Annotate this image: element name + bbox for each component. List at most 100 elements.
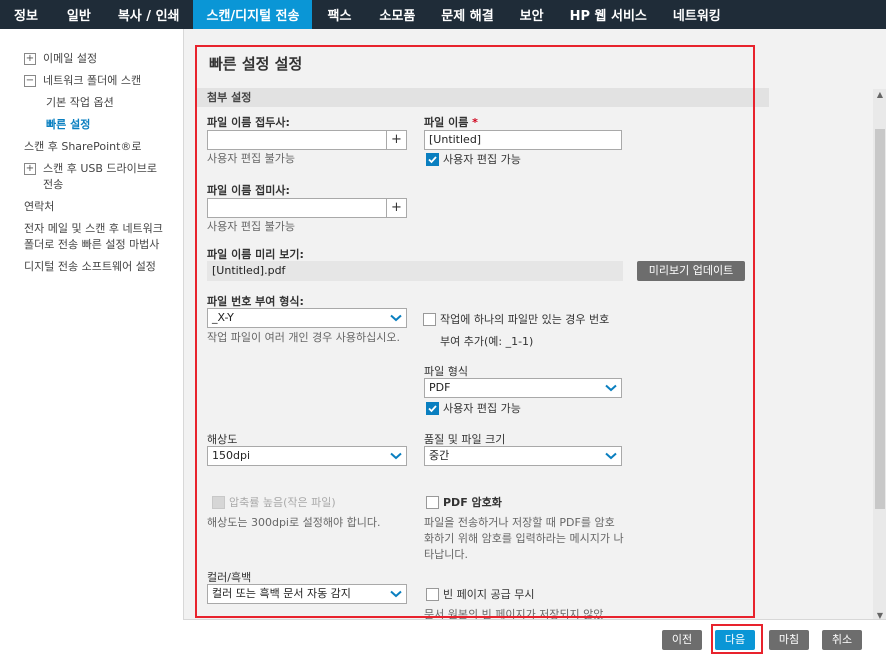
- file-type-editable-checkbox[interactable]: 사용자 편집 가능: [426, 400, 521, 416]
- chevron-down-icon[interactable]: [386, 447, 406, 465]
- vertical-scrollbar[interactable]: ▲ ▼: [873, 89, 886, 622]
- sidebar-item-quick-set-wizard[interactable]: 전자 메일 및 스캔 후 네트워크 폴더로 전송 빠른 설정 마법사: [0, 221, 183, 253]
- file-name-label-text: 파일 이름: [424, 116, 469, 129]
- top-nav: 정보 일반 복사 / 인쇄 스캔/디지털 전송 팩스 소모품 문제 해결 보안 …: [0, 0, 886, 29]
- tab-general[interactable]: 일반: [54, 0, 105, 29]
- prefix-label: 파일 이름 접두사:: [207, 116, 290, 129]
- checkbox-disabled-icon[interactable]: [212, 495, 225, 509]
- file-name-input[interactable]: [Untitled]: [424, 130, 622, 150]
- tab-troubleshooting[interactable]: 문제 해결: [428, 0, 506, 29]
- color-mode-select[interactable]: 컬러 또는 흑백 문서 자동 감지: [207, 584, 407, 604]
- add-prefix-button[interactable]: +: [386, 131, 406, 149]
- sidebar-item-label: 네트워크 폴더에 스캔: [43, 74, 142, 87]
- chevron-down-icon[interactable]: [601, 379, 621, 397]
- sidebar-item-label: 연락처: [24, 200, 55, 213]
- sidebar-item-quick-sets[interactable]: 빠른 설정: [0, 117, 183, 133]
- numbering-hint: 작업 파일이 여러 개인 경우 사용하십시오.: [207, 331, 401, 344]
- sidebar-item-label: 스캔 후 USB 드라이브로 전송: [43, 162, 158, 191]
- section-header: 첨부 설정: [196, 88, 769, 107]
- sidebar-item-scan-to-network-folder[interactable]: − 네트워크 폴더에 스캔: [0, 73, 183, 89]
- color-mode-label: 컬러/흑백: [207, 571, 252, 584]
- expand-icon[interactable]: +: [24, 163, 36, 175]
- tab-networking[interactable]: 네트워킹: [660, 0, 734, 29]
- resolution-label: 해상도: [207, 433, 238, 446]
- color-mode-value: 컬러 또는 흑백 문서 자동 감지: [212, 587, 351, 600]
- quality-value: 중간: [429, 449, 450, 462]
- finish-button[interactable]: 마침: [769, 630, 809, 650]
- update-preview-button[interactable]: 미리보기 업데이트: [637, 261, 745, 281]
- page-title: 빠른 설정 설정: [209, 55, 303, 73]
- numbering-format-label: 파일 번호 부여 형식:: [207, 295, 304, 308]
- sidebar-item-label: 이메일 설정: [43, 52, 98, 65]
- compression-hint: 해상도는 300dpi로 설정해야 합니다.: [207, 516, 381, 529]
- quality-select[interactable]: 중간: [424, 446, 622, 466]
- sidebar-item-label: 스캔 후 SharePoint®로: [24, 140, 142, 153]
- sidebar-item-label: 전자 메일 및 스캔 후 네트워크 폴더로 전송 빠른 설정 마법사: [24, 222, 163, 251]
- next-highlight-frame: [711, 624, 763, 654]
- numbering-format-value: _X-Y: [212, 311, 234, 324]
- sidebar: + 이메일 설정 − 네트워크 폴더에 스캔 기본 작업 옵션 빠른 설정 스캔…: [0, 29, 183, 657]
- tab-copy-print[interactable]: 복사 / 인쇄: [105, 0, 194, 29]
- file-name-label: 파일 이름 *: [424, 114, 478, 130]
- quality-label: 품질 및 파일 크기: [424, 433, 506, 446]
- suffix-hint: 사용자 편집 불가능: [207, 220, 295, 233]
- required-marker: *: [472, 116, 478, 129]
- chevron-down-icon[interactable]: [386, 585, 406, 603]
- high-compression-checkbox[interactable]: 압축률 높음(작은 파일): [212, 494, 336, 510]
- file-type-value: PDF: [429, 381, 451, 394]
- chevron-down-icon[interactable]: [386, 309, 406, 327]
- sidebar-item-scan-to-usb[interactable]: + 스캔 후 USB 드라이브로 전송: [0, 161, 183, 193]
- chevron-down-icon[interactable]: [601, 447, 621, 465]
- preview-label: 파일 이름 미리 보기:: [207, 248, 304, 261]
- encryption-hint: 파일을 전송하거나 저장할 때 PDF를 암호화하기 위해 암호를 입력하라는 …: [424, 516, 624, 561]
- collapse-icon[interactable]: −: [24, 75, 36, 87]
- prefix-input[interactable]: +: [207, 130, 407, 150]
- prefix-hint: 사용자 편집 불가능: [207, 152, 295, 165]
- single-file-numbering-example: 부여 추가(예: _1-1): [440, 335, 534, 348]
- tab-scan-digital-send[interactable]: 스캔/디지털 전송: [193, 0, 313, 29]
- tab-info[interactable]: 정보: [0, 0, 54, 29]
- checkbox-label: 사용자 편집 가능: [443, 153, 521, 166]
- expand-icon[interactable]: +: [24, 53, 36, 65]
- suffix-label: 파일 이름 접미사:: [207, 184, 290, 197]
- add-suffix-button[interactable]: +: [386, 199, 406, 217]
- checkbox-checked-icon[interactable]: [426, 152, 439, 166]
- wizard-footer: 이전 다음 마침 취소: [183, 619, 886, 657]
- sidebar-item-contacts[interactable]: 연락처: [0, 199, 183, 215]
- main-panel: 빠른 설정 설정 첨부 설정 파일 이름 접두사: + 사용자 편집 불가능 파…: [183, 29, 886, 657]
- checkbox-label: 작업에 하나의 파일만 있는 경우 번호: [440, 313, 610, 326]
- cancel-button[interactable]: 취소: [822, 630, 862, 650]
- tab-security[interactable]: 보안: [507, 0, 557, 29]
- sidebar-item-label: 빠른 설정: [46, 118, 91, 131]
- checkbox-unchecked-icon[interactable]: [423, 312, 436, 326]
- pdf-encryption-checkbox[interactable]: PDF 암호화: [426, 494, 502, 510]
- previous-button[interactable]: 이전: [662, 630, 702, 650]
- checkbox-label: 압축률 높음(작은 파일): [229, 496, 336, 509]
- tab-fax[interactable]: 팩스: [312, 0, 366, 29]
- file-name-preview: [Untitled].pdf: [207, 261, 623, 281]
- file-type-label: 파일 형식: [424, 365, 468, 378]
- blank-page-suppression-checkbox[interactable]: 빈 페이지 공급 무시: [426, 586, 534, 602]
- checkbox-label: PDF 암호화: [443, 496, 502, 509]
- checkbox-unchecked-icon[interactable]: [426, 495, 439, 509]
- tab-supplies[interactable]: 소모품: [366, 0, 428, 29]
- file-type-select[interactable]: PDF: [424, 378, 622, 398]
- resolution-value: 150dpi: [212, 449, 251, 462]
- resolution-select[interactable]: 150dpi: [207, 446, 407, 466]
- single-file-numbering-checkbox[interactable]: 작업에 하나의 파일만 있는 경우 번호: [423, 311, 609, 327]
- checkbox-unchecked-icon[interactable]: [426, 587, 439, 601]
- settings-form: 빠른 설정 설정 첨부 설정 파일 이름 접두사: + 사용자 편집 불가능 파…: [196, 45, 769, 621]
- sidebar-item-scan-to-sharepoint[interactable]: 스캔 후 SharePoint®로: [0, 139, 183, 155]
- sidebar-item-digital-sending-software[interactable]: 디지털 전송 소프트웨어 설정: [0, 259, 183, 275]
- checkbox-label: 빈 페이지 공급 무시: [443, 588, 535, 601]
- checkbox-checked-icon[interactable]: [426, 401, 439, 415]
- suffix-input[interactable]: +: [207, 198, 407, 218]
- tab-hp-web-services[interactable]: HP 웹 서비스: [557, 0, 660, 29]
- numbering-format-select[interactable]: _X-Y: [207, 308, 407, 328]
- scrollbar-thumb[interactable]: [875, 129, 885, 509]
- sidebar-item-label: 기본 작업 옵션: [46, 96, 114, 109]
- sidebar-item-email-setup[interactable]: + 이메일 설정: [0, 51, 183, 67]
- scroll-up-icon[interactable]: ▲: [873, 89, 886, 101]
- file-name-editable-checkbox[interactable]: 사용자 편집 가능: [426, 151, 521, 167]
- sidebar-item-default-job-options[interactable]: 기본 작업 옵션: [0, 95, 183, 111]
